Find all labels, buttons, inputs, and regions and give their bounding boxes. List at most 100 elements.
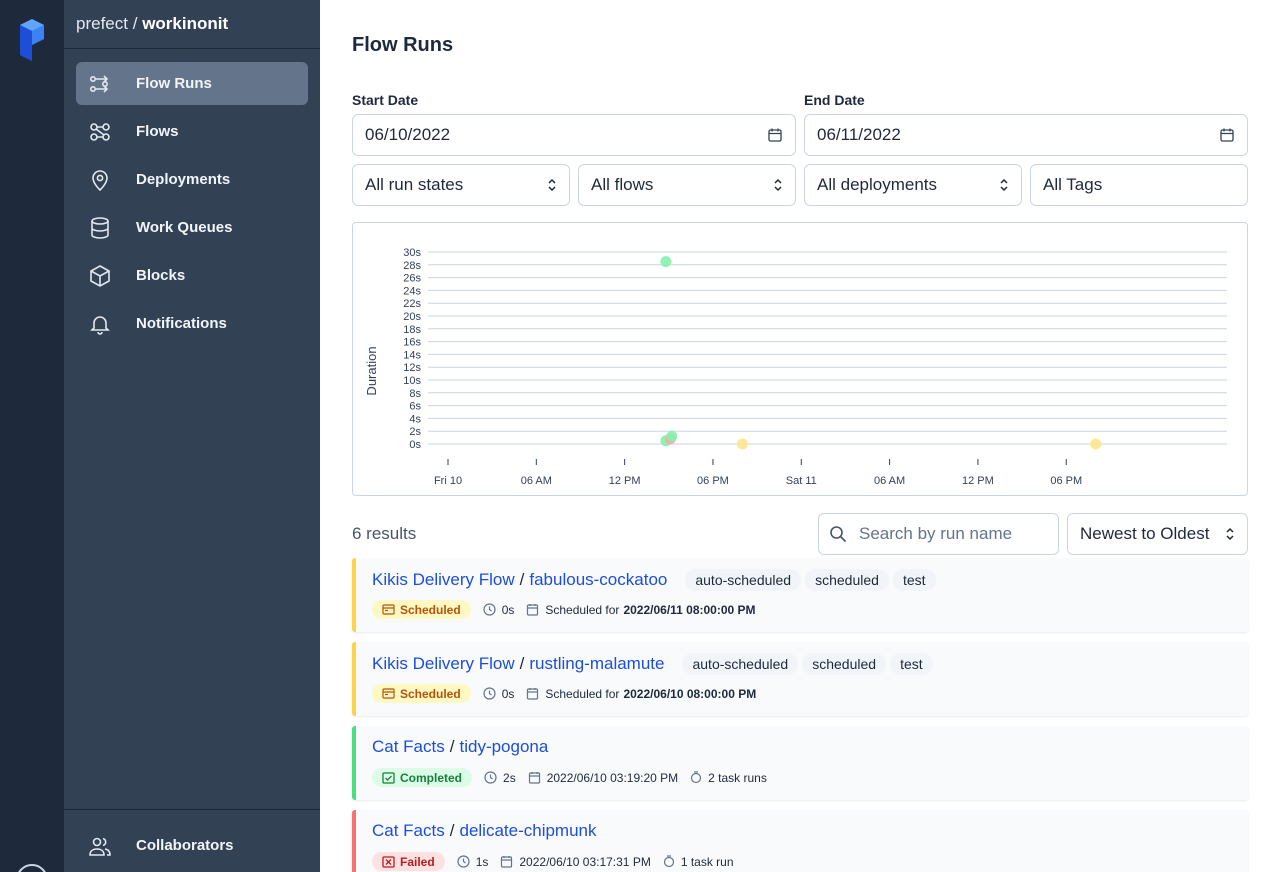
database-icon [91, 216, 109, 239]
tags-input[interactable]: All Tags [1030, 164, 1248, 206]
task-run-icon [691, 771, 702, 784]
flow-runs-chart: 0s 2s 4s 6s 8s 10s 12s 14s 16s 18s 20s 22s 24s 26s 28s… [352, 222, 1248, 496]
x-tick-label: 12 PM [962, 475, 994, 487]
sidebar-item-label: Blocks [136, 267, 186, 284]
flow-name-link[interactable]: Kikis Delivery Flow [372, 570, 515, 590]
x-tick-label: 06 PM [697, 475, 729, 487]
flow-name-link[interactable]: Cat Facts [372, 821, 445, 841]
status-badge: Failed [372, 852, 445, 871]
run-date: 2022/06/10 03:17:31 PM [500, 855, 651, 869]
sidebar-item-collaborators[interactable]: Collaborators [76, 824, 308, 867]
sidebar-divider [64, 48, 320, 49]
clock-icon [457, 855, 470, 868]
y-tick-label: 10s [403, 375, 421, 387]
run-date: Scheduled for 2022/06/10 08:00:00 PM [526, 687, 756, 701]
y-tick-label: 16s [403, 337, 421, 349]
tag-chip: scheduled [805, 569, 889, 591]
y-tick-label: 0s [409, 439, 421, 451]
account-name: prefect [76, 14, 128, 33]
prefect-logo[interactable] [19, 19, 45, 61]
task-run-icon [663, 855, 674, 868]
sidebar-item-flow-runs[interactable]: Flow Runs [76, 62, 308, 105]
bell-icon [90, 315, 110, 335]
flows-icon [90, 122, 110, 141]
tags-value: All Tags [1043, 175, 1103, 194]
search-input[interactable]: Search by run name [818, 513, 1059, 555]
clock-icon [483, 687, 496, 700]
sidebar-item-flows[interactable]: Flows [76, 110, 308, 153]
y-axis-label: Duration [364, 346, 379, 395]
status-label: Scheduled [400, 686, 461, 701]
flow-run-card[interactable]: Cat Facts / tidy-pogona Completed 2s 202… [352, 726, 1248, 800]
x-tick-label: Fri 10 [434, 475, 462, 487]
sidebar: prefect / workinonit Flow Runs Flows Dep… [64, 0, 320, 872]
user-avatar[interactable] [16, 864, 48, 872]
run-name-link[interactable]: fabulous-cockatoo [529, 570, 667, 590]
breadcrumb-separator: / [449, 821, 455, 840]
x-tick-label: Sat 11 [786, 475, 817, 487]
run-name-link[interactable]: delicate-chipmunk [459, 821, 596, 841]
workspace-name: workinonit [142, 14, 229, 33]
status-label: Completed [400, 770, 463, 785]
start-date-input[interactable]: 06/10/2022 [352, 114, 796, 156]
deployments-select[interactable]: All deployments [804, 164, 1022, 206]
sidebar-item-label: Collaborators [136, 837, 234, 854]
workspace-breadcrumb[interactable]: prefect / workinonit [76, 14, 228, 34]
sort-value: Newest to Oldest [1080, 524, 1210, 543]
calendar-icon [528, 772, 540, 784]
duration: 2s [484, 771, 516, 785]
run-name-link[interactable]: rustling-malamute [529, 654, 664, 674]
sidebar-item-work-queues[interactable]: Work Queues [76, 206, 308, 249]
check-square-icon [382, 771, 395, 784]
flow-run-card[interactable]: Cat Facts / delicate-chipmunk Failed 1s … [352, 810, 1248, 872]
flow-run-card[interactable]: Kikis Delivery Flow / rustling-malamute … [352, 642, 1248, 716]
y-tick-label: 26s [403, 273, 421, 285]
run-date: Scheduled for 2022/06/11 08:00:00 PM [526, 602, 756, 617]
sidebar-item-notifications[interactable]: Notifications [76, 302, 308, 345]
date-prefix: Scheduled for [545, 602, 620, 617]
flow-run-card[interactable]: Kikis Delivery Flow / fabulous-cockatoo … [352, 558, 1248, 632]
flow-name-link[interactable]: Kikis Delivery Flow [372, 654, 515, 674]
sidebar-item-label: Flow Runs [136, 75, 212, 92]
status-badge: Scheduled [372, 684, 471, 703]
y-tick-label: 22s [403, 298, 421, 310]
status-badge: Completed [372, 768, 473, 787]
status-badge: Scheduled [372, 600, 471, 619]
calendar-icon[interactable] [767, 127, 783, 143]
chevron-up-down-icon [548, 178, 556, 192]
y-tick-label: 8s [409, 388, 421, 400]
app-rail [0, 0, 64, 872]
flow-name-link[interactable]: Cat Facts [372, 737, 445, 757]
run-states-select[interactable]: All run states [352, 164, 570, 206]
data-point-scheduled [1090, 438, 1102, 450]
run-name-link[interactable]: tidy-pogona [459, 737, 548, 757]
status-label: Scheduled [400, 602, 461, 617]
sidebar-item-deployments[interactable]: Deployments [76, 158, 308, 201]
y-tick-label: 20s [403, 311, 421, 323]
x-square-icon [382, 855, 395, 868]
duration: 1s [457, 855, 488, 869]
calendar-icon [527, 688, 539, 700]
search-placeholder: Search by run name [859, 524, 1013, 543]
date-value: 2022/06/10 03:19:20 PM [546, 770, 679, 785]
main-content: Flow Runs Start Date End Date 06/10/2022… [320, 0, 1280, 872]
calendar-icon [501, 856, 513, 868]
data-point-completed [666, 430, 678, 442]
data-point-completed [660, 256, 672, 268]
run-date: 2022/06/10 03:19:20 PM [528, 771, 678, 785]
sidebar-item-blocks[interactable]: Blocks [76, 254, 308, 297]
end-date-input[interactable]: 06/11/2022 [804, 114, 1248, 156]
duration-value: 0s [501, 602, 515, 617]
run-states-value: All run states [365, 175, 464, 194]
sidebar-item-label: Flows [136, 123, 179, 140]
x-tick-label: 06 PM [1050, 475, 1082, 487]
sort-select[interactable]: Newest to Oldest [1067, 513, 1248, 555]
y-tick-label: 28s [403, 260, 421, 272]
flows-select[interactable]: All flows [578, 164, 796, 206]
y-tick-label: 30s [403, 247, 421, 259]
sidebar-item-label: Notifications [136, 315, 227, 332]
data-point-scheduled [736, 438, 748, 450]
chevron-up-down-icon [1226, 527, 1234, 541]
calendar-icon[interactable] [1219, 127, 1235, 143]
users-icon [89, 837, 111, 856]
